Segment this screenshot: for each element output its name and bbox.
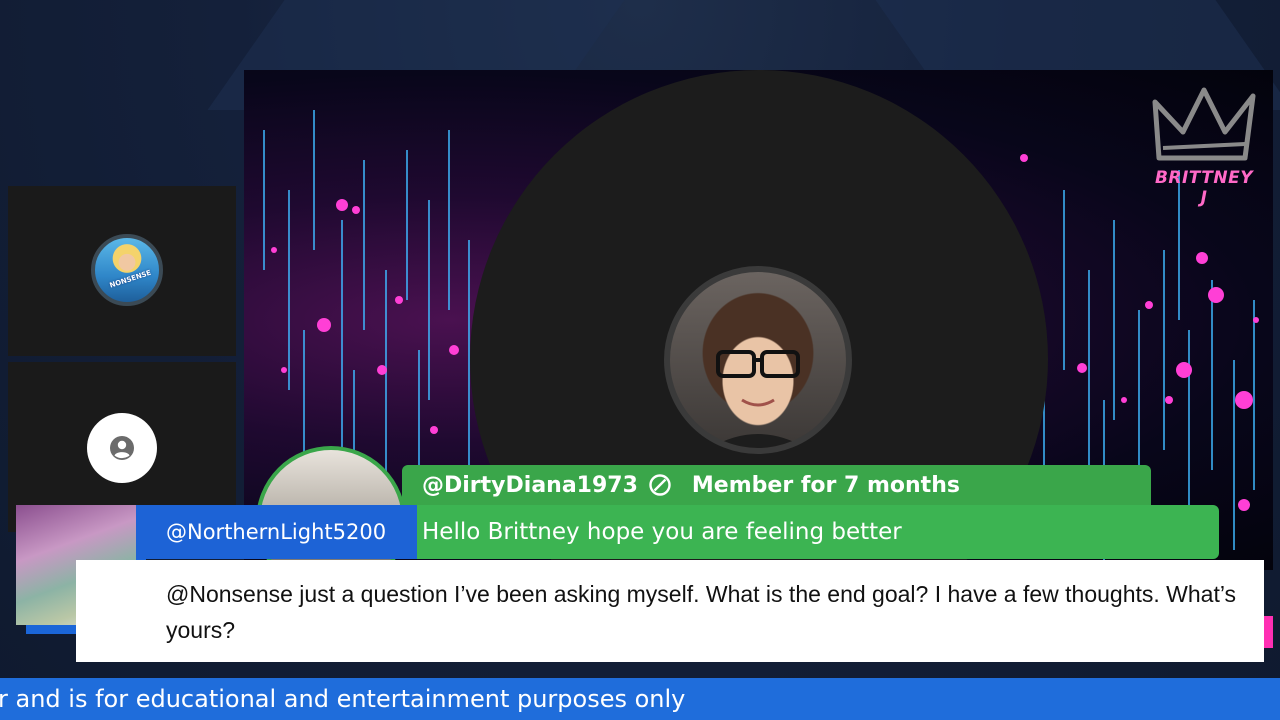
brand-logo: BRITTNEY J	[1149, 80, 1259, 208]
participant-tile[interactable]: NONSENSE	[8, 186, 236, 356]
avatar-logo-text: NONSENSE	[108, 268, 153, 290]
side-tab	[1264, 616, 1273, 648]
question-username: @NorthernLight5200	[136, 505, 417, 559]
ticker-bar: r and is for educational and entertainme…	[0, 678, 1280, 720]
question-box: @Nonsense just a question I’ve been aski…	[76, 560, 1264, 662]
crown-icon	[1152, 87, 1256, 161]
participant-avatar: NONSENSE	[91, 234, 163, 306]
ticker-text: r and is for educational and entertainme…	[0, 685, 686, 713]
member-header: @DirtyDiana1973 Member for 7 months	[402, 465, 1151, 505]
verified-badge-icon	[648, 473, 672, 497]
member-duration: Member for 7 months	[691, 472, 960, 498]
person-placeholder-icon	[87, 413, 157, 483]
member-username: @DirtyDiana1973	[422, 472, 638, 498]
brand-label: BRITTNEY J	[1154, 168, 1254, 208]
speaker-avatar	[664, 266, 852, 454]
question-text: @Nonsense just a question I’ve been aski…	[166, 581, 1237, 643]
member-message: Hello Brittney hope you are feeling bett…	[402, 505, 1219, 559]
